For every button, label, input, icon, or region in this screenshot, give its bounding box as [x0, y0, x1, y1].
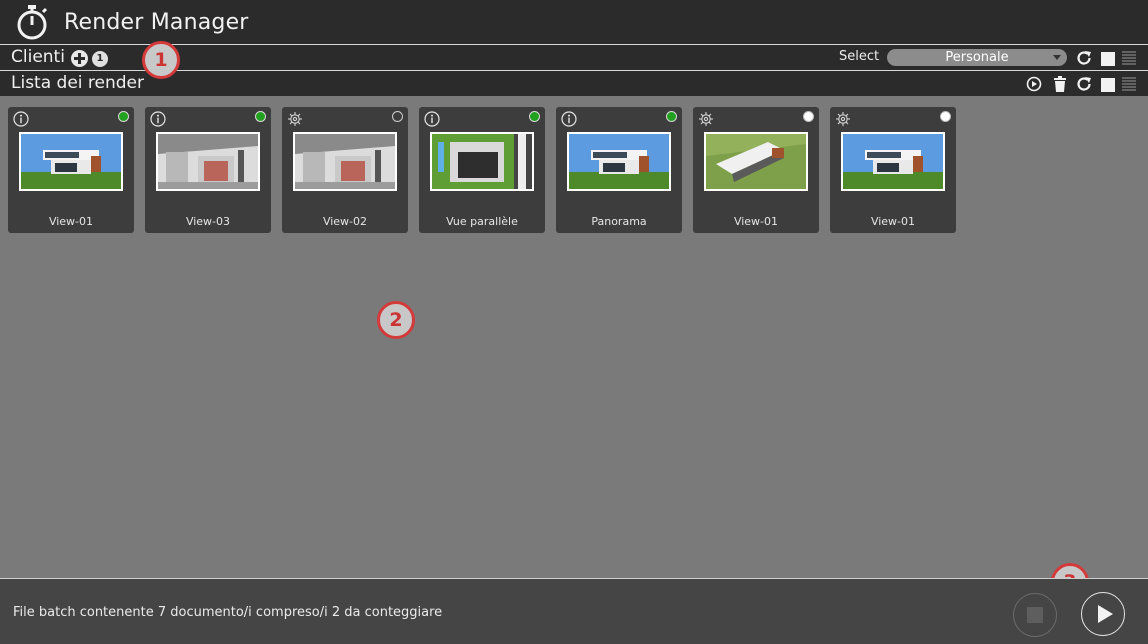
render-name: View-02: [322, 215, 368, 228]
status-text: File batch contenente 7 documento/i comp…: [13, 605, 443, 620]
status-dot: [255, 111, 266, 122]
list-view-icon[interactable]: [1122, 51, 1136, 66]
render-thumbnail[interactable]: [156, 132, 260, 191]
render-thumbnail[interactable]: [567, 132, 671, 191]
render-thumbnail[interactable]: [293, 132, 397, 191]
render-thumbnail[interactable]: [430, 132, 534, 191]
render-card[interactable]: View-01: [8, 107, 134, 233]
render-name: View-01: [48, 215, 94, 228]
render-card[interactable]: View-01: [830, 107, 956, 233]
stop-button[interactable]: [1013, 593, 1057, 637]
render-name: Vue parallèle: [446, 215, 518, 228]
status-dot: [392, 111, 403, 122]
renders-list-label: Lista dei render: [11, 73, 145, 93]
status-dot: [803, 111, 814, 122]
client-count-badge: 1: [92, 51, 108, 67]
status-bar: File batch contenente 7 documento/i comp…: [0, 578, 1148, 644]
status-dot: [529, 111, 540, 122]
clients-label: Clienti: [11, 47, 65, 67]
render-card[interactable]: View-01: [693, 107, 819, 233]
render-card[interactable]: View-03: [145, 107, 271, 233]
info-icon[interactable]: [13, 111, 29, 127]
trash-icon[interactable]: [1051, 75, 1069, 93]
grid-view-icon[interactable]: [1101, 52, 1115, 66]
status-dot: [940, 111, 951, 122]
render-card[interactable]: Vue parallèle: [419, 107, 545, 233]
list-view-icon[interactable]: [1122, 77, 1136, 92]
status-dot: [118, 111, 129, 122]
render-thumbnail[interactable]: [841, 132, 945, 191]
client-select[interactable]: Personale: [887, 49, 1067, 66]
info-icon[interactable]: [561, 111, 577, 127]
stop-icon: [1027, 607, 1043, 623]
play-circle-icon[interactable]: [1025, 75, 1043, 93]
gear-icon[interactable]: [287, 111, 303, 127]
render-name: View-03: [185, 215, 231, 228]
status-dot: [666, 111, 677, 122]
callout-1: 1: [142, 41, 180, 79]
render-thumbnail[interactable]: [704, 132, 808, 191]
info-icon[interactable]: [424, 111, 440, 127]
render-name: View-01: [733, 215, 779, 228]
render-name: View-01: [870, 215, 916, 228]
grid-view-icon[interactable]: [1101, 78, 1115, 92]
select-label: Select: [839, 49, 880, 64]
refresh-icon[interactable]: [1075, 49, 1093, 67]
gear-icon[interactable]: [698, 111, 714, 127]
render-card[interactable]: View-02: [282, 107, 408, 233]
callout-2: 2: [377, 301, 415, 339]
gear-icon[interactable]: [835, 111, 851, 127]
client-select-value: Personale: [945, 50, 1009, 65]
play-icon: [1098, 605, 1113, 623]
add-client-icon[interactable]: [71, 50, 88, 67]
render-name: Panorama: [591, 215, 647, 228]
stopwatch-icon: [17, 5, 48, 40]
chevron-down-icon: [1053, 55, 1061, 60]
info-icon[interactable]: [150, 111, 166, 127]
render-card[interactable]: Panorama: [556, 107, 682, 233]
app-title: Render Manager: [64, 10, 249, 35]
start-render-button[interactable]: [1081, 592, 1125, 636]
refresh-icon[interactable]: [1075, 75, 1093, 93]
render-thumbnail[interactable]: [19, 132, 123, 191]
title-bar: Render Manager: [0, 0, 1148, 44]
